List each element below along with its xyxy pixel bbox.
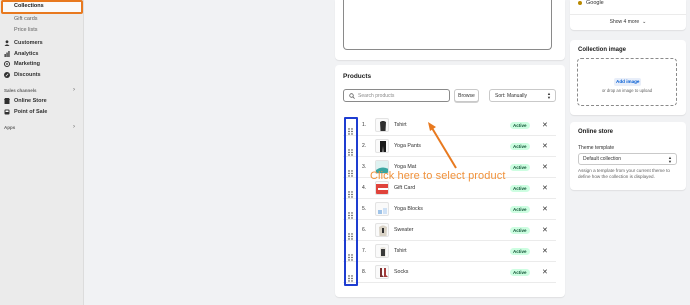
status-badge: Active [510,227,530,234]
search-icon [349,92,355,99]
sidebar-item-point-of-sale[interactable]: Point of Sale [4,109,47,115]
product-thumbnail [375,181,389,195]
sidebar-item-discounts[interactable]: Discounts [4,72,41,78]
status-badge: Active [510,164,530,171]
row-number: 5. [362,206,367,212]
show-more-button[interactable]: Show 4 more ⌄ [570,14,686,29]
target-icon [4,61,10,67]
theme-help-text: Assign a template from your current them… [578,168,670,179]
product-name[interactable]: Tshirt [394,122,407,128]
product-name[interactable]: Yoga Pants [394,143,421,149]
chevron-right-icon[interactable]: › [73,124,75,130]
product-name[interactable]: Gift Card [394,185,415,191]
product-thumbnail [375,139,389,153]
sort-select[interactable]: Sort: Manually ▲ ▼ [489,89,556,102]
row-number: 6. [362,227,367,233]
channel-label: Google [586,0,604,6]
apps-heading: Apps [4,125,16,130]
chevron-right-icon[interactable]: › [73,87,75,93]
products-title: Products [343,73,372,80]
theme-template-select[interactable]: Default collection ▲ ▼ [578,153,677,165]
product-name[interactable]: Yoga Blocks [394,206,423,212]
sidebar-item-gift-cards[interactable]: Gift cards [14,16,38,22]
row-number: 1. [362,122,367,128]
show-more-label: Show 4 more [609,19,640,25]
status-badge: Active [510,122,530,129]
search-products-input[interactable]: Search products [343,89,450,102]
channel-google: Google [578,0,604,6]
sidebar-item-label: Collections [14,3,44,9]
product-thumbnail [375,118,389,132]
status-badge: Active [510,248,530,255]
product-row[interactable]: 2. Yoga Pants Active ✕ [343,136,556,157]
product-row[interactable]: 5. Yoga Blocks Active ✕ [343,199,556,220]
sidebar-item-analytics[interactable]: Analytics [4,51,38,57]
row-number: 2. [362,143,367,149]
sidebar-item-customers[interactable]: Customers [4,40,43,46]
select-arrows-icon: ▲ ▼ [547,91,551,100]
remove-product-icon[interactable]: ✕ [542,247,548,255]
remove-product-icon[interactable]: ✕ [542,268,548,276]
sidebar-item-marketing[interactable]: Marketing [4,61,40,67]
person-icon [4,40,10,46]
description-editor[interactable] [343,0,552,50]
remove-product-icon[interactable]: ✕ [542,142,548,150]
remove-product-icon[interactable]: ✕ [542,121,548,129]
status-badge: Active [510,185,530,192]
remove-product-icon[interactable]: ✕ [542,226,548,234]
product-thumbnail [375,202,389,216]
product-thumbnail [375,223,389,237]
sidebar-item-label: Online Store [14,98,47,104]
sort-label: Sort: Manually [495,92,527,99]
theme-template-label: Theme template [578,145,615,151]
store-icon [4,98,10,104]
product-name[interactable]: Tshirt [394,248,407,254]
drag-handles-highlight [344,117,358,286]
status-dot-icon [578,1,582,5]
product-row[interactable]: 1. Tshirt Active ✕ [343,115,556,136]
product-name[interactable]: Sweater [394,227,413,233]
pos-icon [4,109,10,115]
product-row[interactable]: 8. Socks Active ✕ [343,262,556,283]
description-card [335,0,565,60]
remove-product-icon[interactable]: ✕ [542,205,548,213]
product-row[interactable]: 6. Sweater Active ✕ [343,220,556,241]
status-badge: Active [510,269,530,276]
add-image-button[interactable]: Add image [614,78,642,86]
row-number: 3. [362,164,367,170]
product-thumbnail [375,265,389,279]
remove-product-icon[interactable]: ✕ [542,184,548,192]
search-placeholder: Search products [358,92,395,99]
product-name[interactable]: Socks [394,269,408,275]
collection-image-title: Collection image [578,47,627,53]
sidebar-item-label: Discounts [14,72,41,78]
product-row[interactable]: 7. Tshirt Active ✕ [343,241,556,262]
browse-button[interactable]: Browse [454,89,479,102]
sidebar-item-label: Point of Sale [14,109,48,115]
status-badge: Active [510,206,530,213]
row-number: 4. [362,185,367,191]
select-arrows-icon: ▲ ▼ [668,155,672,164]
product-thumbnail [375,244,389,258]
discount-icon [4,72,10,78]
sales-channels-heading: Sales channels [4,88,37,93]
sidebar-item-collections[interactable]: Collections [1,0,83,14]
row-number: 7. [362,248,367,254]
sidebar: Collections Gift cards Price lists Custo… [0,0,84,305]
bar-chart-icon [4,51,10,57]
theme-template-value: Default collection [583,156,622,162]
status-badge: Active [510,143,530,150]
sidebar-item-label: Analytics [14,51,39,57]
sidebar-item-online-store[interactable]: Online Store [4,98,47,104]
chevron-down-icon: ⌄ [642,19,647,25]
annotation-text: Click here to select product [370,170,506,182]
sidebar-item-price-lists[interactable]: Price lists [14,27,38,33]
sidebar-item-label: Marketing [14,61,40,67]
online-store-title: Online store [578,129,614,135]
sidebar-item-label: Customers [14,40,43,46]
row-number: 8. [362,269,367,275]
drop-hint: or drop an image to upload [601,88,653,93]
remove-product-icon[interactable]: ✕ [542,163,548,171]
